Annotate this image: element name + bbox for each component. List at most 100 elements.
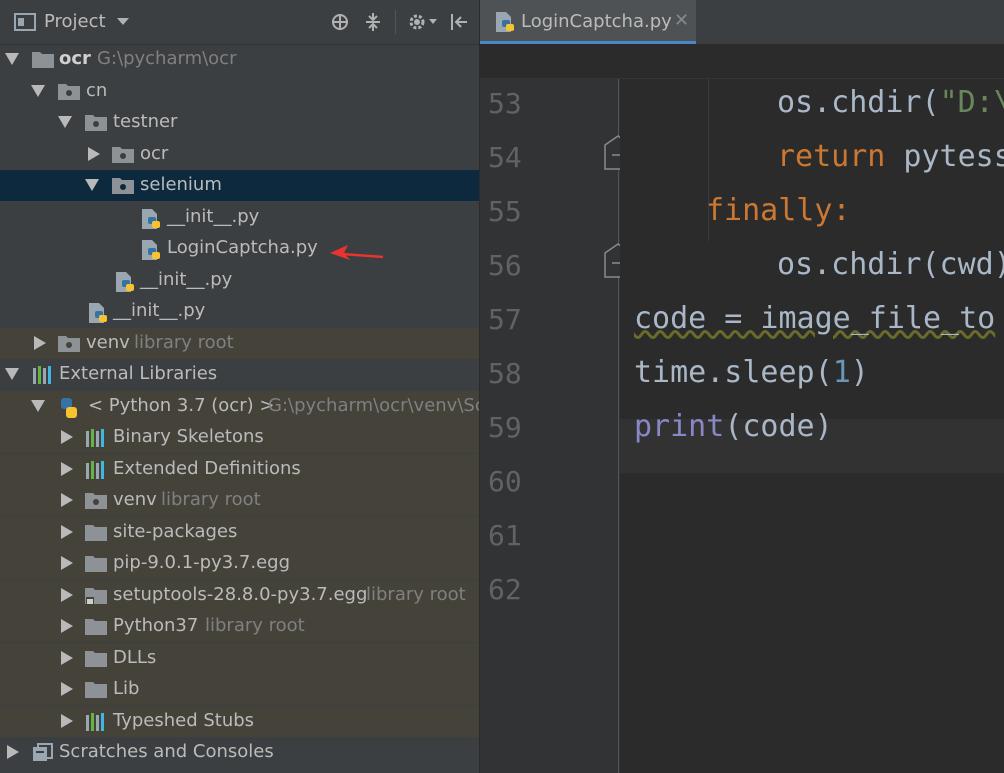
project-panel: Project ocr G:\pycharm\ocr cn testner oc… (0, 0, 479, 773)
line-number: 61 (488, 519, 522, 552)
expand-arrow-icon[interactable] (61, 525, 73, 539)
expand-arrow-icon[interactable] (31, 85, 45, 97)
tree-item-label: Lib (113, 678, 140, 699)
code-line-53: os.chdir("D:\ (777, 85, 1004, 120)
chevron-down-icon[interactable] (117, 18, 129, 26)
expand-arrow-icon[interactable] (61, 651, 73, 665)
tab-label: LoginCaptcha.py (521, 11, 672, 32)
expand-arrow-icon[interactable] (58, 116, 72, 128)
line-number: 57 (488, 303, 522, 336)
code-editor[interactable]: os.chdir("D:\ return pytess finally: os.… (620, 79, 1004, 773)
expand-arrow-icon[interactable] (61, 682, 73, 696)
tree-item-cn[interactable]: cn (0, 76, 479, 107)
tree-item-extended-definitions[interactable]: Extended Definitions (0, 454, 479, 485)
tree-item-label: Binary Skeletons (113, 426, 264, 447)
code-line-54: return pytess (777, 139, 1004, 174)
tree-item-logincaptcha-py[interactable]: LoginCaptcha.py (0, 233, 479, 264)
tree-item-label: setuptools-28.8.0-py3.7.egg (113, 584, 368, 605)
collapse-all-icon[interactable] (363, 12, 383, 32)
tree-item-ocr[interactable]: ocr (0, 139, 479, 170)
editor-area: LoginCaptcha.py ✕ 53 54 55 56 57 58 59 6… (480, 0, 1004, 773)
tree-item-label: selenium (140, 174, 222, 195)
tree-item-typeshed-stubs[interactable]: Typeshed Stubs (0, 706, 479, 737)
line-number: 60 (488, 465, 522, 498)
tree-item-label: Typeshed Stubs (113, 710, 255, 731)
expand-arrow-icon[interactable] (34, 336, 46, 350)
editor-tab-logincaptcha[interactable]: LoginCaptcha.py ✕ (480, 0, 696, 44)
tree-item-dlls[interactable]: DLLs (0, 643, 479, 674)
tree-item-label: venv (86, 332, 130, 353)
tree-item-site-packages[interactable]: site-packages (0, 517, 479, 548)
project-icon (14, 13, 36, 31)
scratches-icon (33, 743, 53, 761)
tree-item-venv[interactable]: venv library root (0, 328, 479, 359)
tree-item-testner[interactable]: testner (0, 107, 479, 138)
code-line-55: finally: (706, 193, 851, 228)
tree-item-library-root-hint: library root (205, 615, 305, 636)
expand-arrow-icon[interactable] (7, 745, 19, 759)
tree-item-label: testner (113, 111, 178, 132)
gear-icon[interactable] (407, 12, 427, 32)
project-view-title[interactable]: Project (44, 11, 106, 32)
library-icon (86, 461, 104, 479)
tree-item-label: venv (113, 489, 157, 510)
tree-item-label: Scratches and Consoles (59, 741, 274, 762)
line-number: 62 (488, 573, 522, 606)
expand-arrow-icon[interactable] (85, 179, 99, 191)
tree-item-lib[interactable]: Lib (0, 674, 479, 705)
tree-item-external-libraries[interactable]: External Libraries (0, 359, 479, 390)
locked-folder-icon (85, 588, 107, 604)
tree-item-path-hint: G:\pycharm\ocr\venv\Scri (268, 395, 479, 416)
tree-item-python37[interactable]: Python37 library root (0, 611, 479, 642)
expand-arrow-icon[interactable] (61, 588, 73, 602)
tree-item-label: DLLs (113, 647, 157, 668)
tree-item-init-py[interactable]: __init__.py (0, 265, 479, 296)
expand-arrow-icon[interactable] (61, 462, 73, 476)
tree-item-label: LoginCaptcha.py (167, 237, 318, 258)
folder-icon (85, 651, 107, 667)
tree-item-label: ocr (140, 143, 169, 164)
expand-arrow-icon[interactable] (61, 714, 73, 728)
tree-item-label: site-packages (113, 521, 238, 542)
tree-item-ocr-root[interactable]: ocr G:\pycharm\ocr (0, 44, 479, 75)
tree-item-init-py[interactable]: __init__.py (0, 296, 479, 327)
python-logo-icon (61, 398, 77, 418)
tree-item-label: External Libraries (59, 363, 218, 384)
package-folder-icon (58, 84, 80, 100)
expand-arrow-icon[interactable] (61, 619, 73, 633)
folder-icon (85, 556, 107, 572)
tree-item-init-py[interactable]: __init__.py (0, 202, 479, 233)
expand-arrow-icon[interactable] (88, 147, 100, 161)
tree-item-label: ocr (59, 48, 91, 69)
line-number: 53 (488, 87, 522, 120)
tree-item-selenium[interactable]: selenium (0, 170, 479, 201)
tree-item-binary-skeletons[interactable]: Binary Skeletons (0, 422, 479, 453)
library-icon (86, 713, 104, 731)
code-line-57: code = image_file_to (634, 301, 996, 336)
tree-item-label: Extended Definitions (113, 458, 301, 479)
expand-arrow-icon[interactable] (31, 400, 45, 412)
line-number: 59 (488, 411, 522, 444)
expand-arrow-icon[interactable] (61, 430, 73, 444)
tree-item-setuptools-egg[interactable]: setuptools-28.8.0-py3.7.egg library root (0, 580, 479, 611)
chevron-down-icon[interactable] (429, 19, 437, 25)
close-icon[interactable]: ✕ (674, 10, 689, 31)
hide-icon[interactable] (449, 12, 469, 32)
code-line-59: print(code) (634, 409, 833, 444)
library-icon (33, 366, 51, 384)
tree-item-label: __init__.py (140, 269, 233, 290)
tree-item-label: __init__.py (167, 206, 260, 227)
tree-item-pip-egg[interactable]: pip-9.0.1-py3.7.egg (0, 548, 479, 579)
locate-icon[interactable] (330, 12, 350, 32)
expand-arrow-icon[interactable] (61, 493, 73, 507)
tree-item-label: Python37 (113, 615, 199, 636)
code-line-56: os.chdir(cwd) (777, 247, 1004, 282)
expand-arrow-icon[interactable] (5, 53, 19, 65)
expand-arrow-icon[interactable] (5, 368, 19, 380)
expand-arrow-icon[interactable] (61, 556, 73, 570)
tree-item-python-sdk[interactable]: < Python 3.7 (ocr) > G:\pycharm\ocr\venv… (0, 391, 479, 422)
tree-item-venv-lib[interactable]: venv library root (0, 485, 479, 516)
library-icon (86, 429, 104, 447)
tree-item-scratches-and-consoles[interactable]: Scratches and Consoles (0, 737, 479, 768)
tree-item-label: __init__.py (113, 300, 206, 321)
